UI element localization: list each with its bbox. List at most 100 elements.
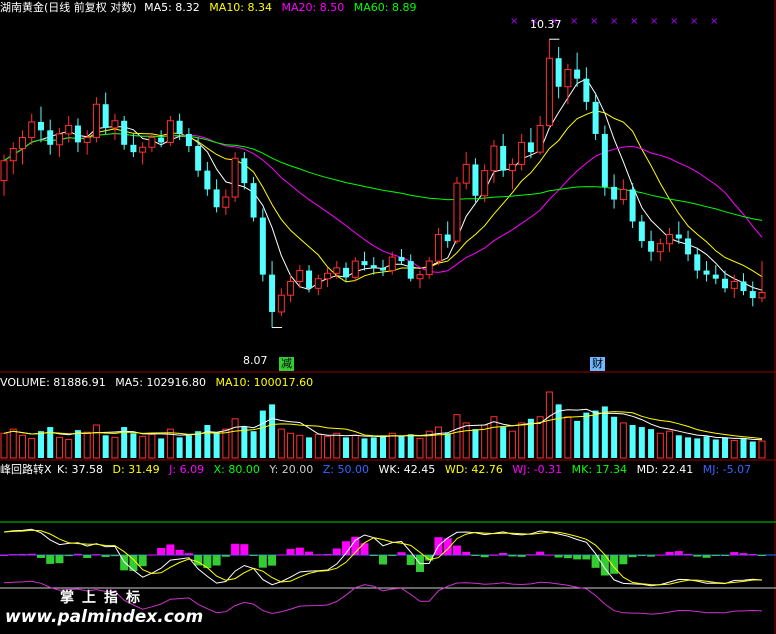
candle-body [398,257,405,262]
indicator-bar [18,553,27,555]
volume-bar [277,428,285,459]
volume-bar [380,435,386,458]
volume-bar [574,420,581,458]
mj-label: MJ: -5.07 [702,463,752,476]
indicator-bar [758,555,766,556]
volume-bar [176,437,183,458]
candle-body [619,188,627,201]
candle-body [204,170,211,190]
volume-bar [259,410,266,458]
volume-bar [343,437,350,458]
indicator-bar [332,548,341,555]
candle-body [166,120,174,143]
candle-body [601,133,608,187]
volume-bar [481,424,489,459]
x-label: X: 80.00 [213,463,260,476]
candle-body [121,120,128,145]
volume-bar [185,435,192,458]
volume-bar [453,414,461,459]
volume-bar [37,431,44,458]
indicator-bar [665,551,674,555]
candle-body [92,103,100,139]
indicator-bar [64,555,73,557]
candle-body [176,120,183,134]
candle-body [583,78,590,102]
volume-bar [158,438,165,458]
volume-bar [269,404,276,458]
candle-body [527,142,534,153]
indicator-bar [175,549,184,555]
candle-body [388,256,396,272]
indicator-bar [388,555,397,556]
volume-bar [703,436,710,458]
candle-body [83,137,91,143]
y-label: Y: 20.00 [269,463,314,476]
indicator-bar [73,553,82,555]
volume-ma10-label: MA10: 100017.60 [215,376,314,389]
candle-body [324,272,332,280]
candle-body [111,120,119,129]
high-price-label: 10.37 [530,18,562,31]
signal-x-marker: × [570,16,578,27]
volume-bar [314,433,322,459]
candle-body [148,137,156,148]
candle-body [555,58,562,87]
candle-body [139,146,147,153]
indicator-bar [305,551,314,555]
candle-body [508,163,516,172]
k-label: K: 37.58 [57,463,103,476]
indicator-bar [711,555,720,556]
volume-bar [545,391,553,459]
indicator-bar [554,555,563,558]
indicator-bar [684,553,693,555]
volume-bar [592,410,599,458]
wd-label: WD: 42.76 [444,463,503,476]
volume-bar [231,418,239,459]
finance-badge[interactable]: 财 [590,357,605,371]
volume-bar [130,433,137,458]
candle-body [333,267,341,274]
candle-body [351,260,359,278]
candle-body [37,121,44,131]
volume-bar [28,437,36,459]
indicator-bar [268,555,277,566]
candle-body [416,274,424,280]
candle-body [361,261,368,266]
indicator-bar [157,548,166,555]
indicator-bar [0,555,8,556]
indicator-bar [693,555,702,557]
volume-bar [0,432,8,459]
candle-body [500,146,507,171]
indicator-legend: 峰回路转X K: 37.58 D: 31.49 J: 6.09 X: 80.00… [0,463,757,477]
volume-bar [9,428,17,459]
volume-bar [416,437,424,459]
volume-bar [166,428,174,459]
indicator-bar [295,547,304,555]
candle-body [703,270,710,275]
candle-body [694,254,701,271]
signal-x-marker: × [650,16,658,27]
volume-bar [333,432,341,459]
volume-bar [629,425,636,458]
volume-bar [83,431,91,459]
candle-body [425,260,433,276]
indicator-bar [628,555,637,558]
reduce-badge[interactable]: 减 [279,357,294,371]
indicator-bar [573,555,582,560]
candle-body [712,274,719,279]
volume-bar [694,438,701,458]
volume-bar [518,422,526,459]
indicator-bar [379,555,387,565]
candle-body [740,281,747,292]
candle-body [9,147,17,162]
candle-body [74,125,81,143]
candle-body [296,270,304,282]
candle-body [269,274,276,312]
volume-bar [472,429,479,458]
volume-bar [656,432,664,459]
ma10-label: MA10: 8.34 [209,1,273,14]
indicator-bar [480,555,489,558]
candle-body [434,234,442,262]
candle-body [611,186,618,200]
indicator-bar [656,554,665,556]
